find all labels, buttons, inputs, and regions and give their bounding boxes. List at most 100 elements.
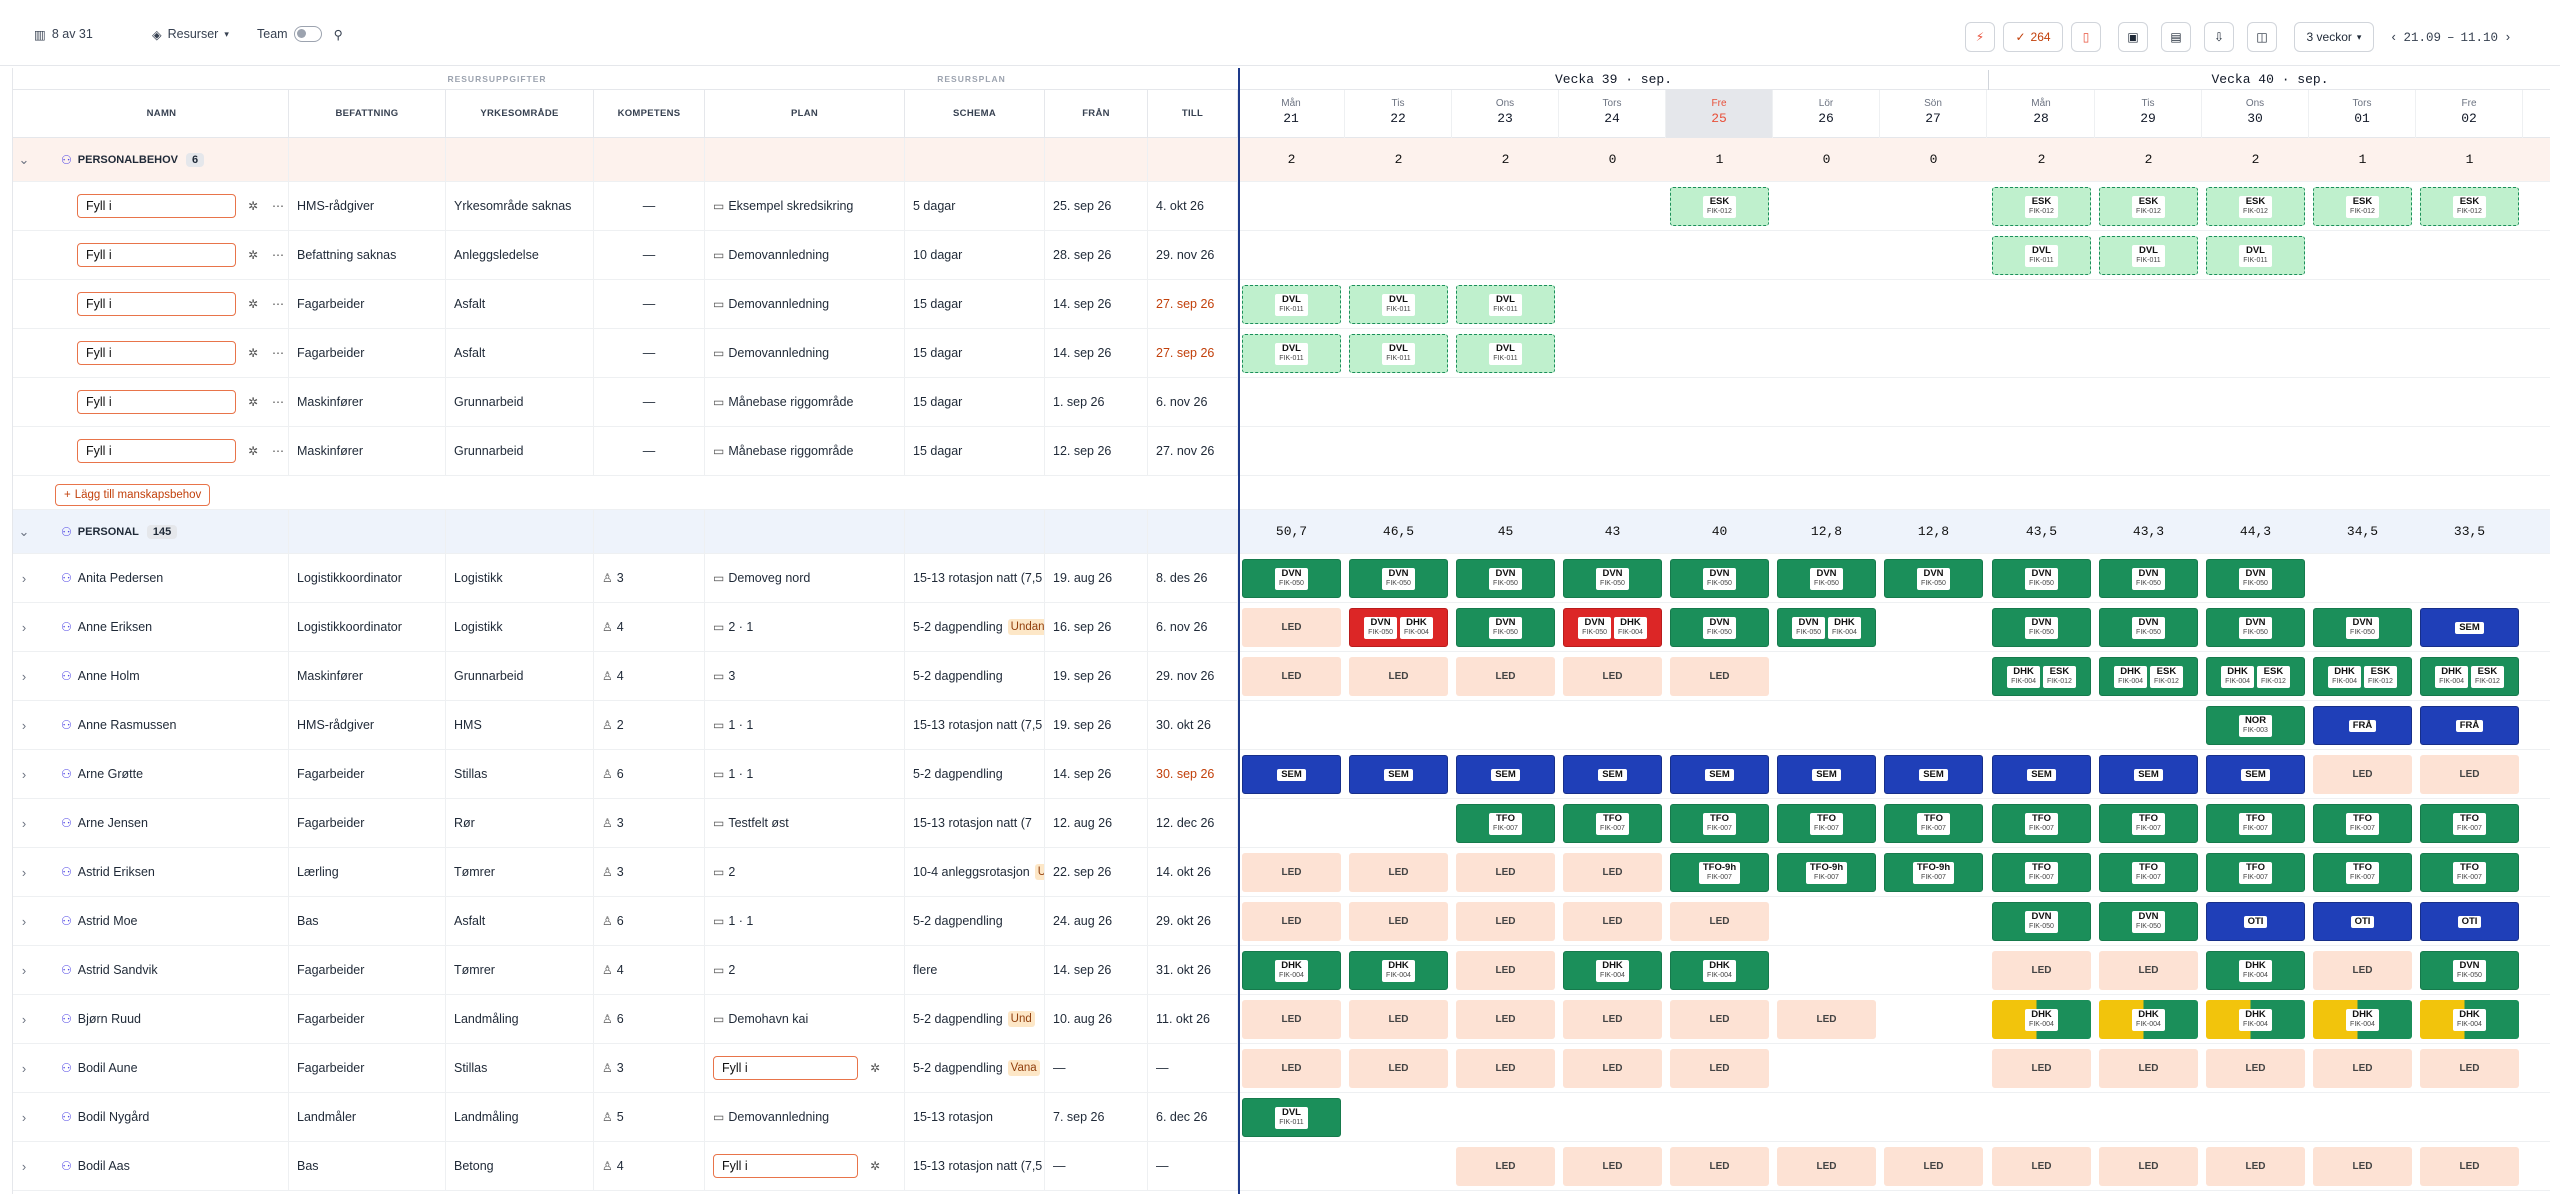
assignment-block[interactable]: DHK FIK-004 ESK FIK-012 xyxy=(2420,657,2519,696)
more-icon[interactable]: ⋯ xyxy=(272,346,284,360)
chevron-right-icon[interactable]: › xyxy=(13,603,35,651)
fill-in-input[interactable]: Fyll i xyxy=(713,1154,858,1178)
chevron-right-icon[interactable]: › xyxy=(13,652,35,700)
assignment-block[interactable]: DHK FIK-004 xyxy=(2420,1000,2519,1039)
chevron-right-icon[interactable]: › xyxy=(13,750,35,798)
assignment-block[interactable]: LED xyxy=(1563,1147,1662,1186)
assignment-block[interactable]: TFO FIK-007 xyxy=(2206,804,2305,843)
assignment-block[interactable]: TFO-9h FIK-007 xyxy=(1777,853,1876,892)
assignment-block[interactable]: SEM xyxy=(1777,755,1876,794)
more-icon[interactable]: ⋯ xyxy=(272,444,284,458)
next-icon[interactable]: › xyxy=(2504,31,2512,45)
download-button[interactable]: ⇩ xyxy=(2204,22,2234,52)
person-name-cell[interactable]: ⚇ Astrid Sandvik xyxy=(35,946,289,994)
resources-dropdown[interactable]: ◈ Resurser ▾ xyxy=(152,22,229,46)
assignment-block[interactable]: LED xyxy=(1456,1049,1555,1088)
assignment-block[interactable]: LED xyxy=(1349,1049,1448,1088)
assignment-block[interactable]: LED xyxy=(1349,853,1448,892)
person-name-cell[interactable]: ⚇ Astrid Eriksen xyxy=(35,848,289,896)
assignment-block[interactable]: LED xyxy=(2313,951,2412,990)
chevron-down-icon[interactable]: ⌄ xyxy=(13,510,35,553)
chevron-right-icon[interactable]: › xyxy=(13,1142,35,1190)
assignment-block[interactable]: TFO FIK-007 xyxy=(1992,804,2091,843)
assignment-block[interactable]: DHK FIK-004 ESK FIK-012 xyxy=(2313,657,2412,696)
auto-assign-icon[interactable]: ✲ xyxy=(248,346,258,360)
person-name-cell[interactable]: ⚇ Bodil Aas xyxy=(35,1142,289,1190)
assignment-block[interactable]: LED xyxy=(1777,1000,1876,1039)
assignment-block[interactable]: LED xyxy=(1242,853,1341,892)
assignment-block[interactable]: SEM xyxy=(1670,755,1769,794)
assignment-block[interactable]: LED xyxy=(1456,902,1555,941)
assignment-block[interactable]: SEM xyxy=(2206,755,2305,794)
person-name-cell[interactable]: ⚇ Astrid Moe xyxy=(35,897,289,945)
approvals-button[interactable]: ✓ 264 xyxy=(2003,22,2063,52)
assignment-block[interactable]: LED xyxy=(2206,1147,2305,1186)
assignment-block[interactable]: DVL FIK-011 xyxy=(2206,236,2305,275)
assignment-block[interactable]: LED xyxy=(1456,853,1555,892)
assignment-block[interactable]: DVL FIK-011 xyxy=(1456,285,1555,324)
prev-icon[interactable]: ‹ xyxy=(2390,31,2398,45)
assignment-block[interactable]: TFO FIK-007 xyxy=(1884,804,1983,843)
team-toggle[interactable]: Team ⚲ xyxy=(257,22,343,46)
assignment-block[interactable]: DHK FIK-004 xyxy=(2206,951,2305,990)
assignment-block[interactable]: FRÅ xyxy=(2313,706,2412,745)
assignment-block[interactable]: DVL FIK-011 xyxy=(1456,334,1555,373)
assignment-block[interactable]: LED xyxy=(2313,755,2412,794)
auto-assign-icon[interactable]: ✲ xyxy=(248,395,258,409)
person-name-cell[interactable]: ⚇ Arne Grøtte xyxy=(35,750,289,798)
assignment-block[interactable]: TFO FIK-007 xyxy=(2206,853,2305,892)
assignment-block[interactable]: LED xyxy=(1992,1049,2091,1088)
assignment-block[interactable]: DVN FIK-050 xyxy=(2099,559,2198,598)
assignment-block[interactable]: DVN FIK-050 DHK FIK-004 xyxy=(1349,608,1448,647)
panel-button[interactable]: ◫ xyxy=(2247,22,2277,52)
assignment-block[interactable]: DHK FIK-004 ESK FIK-012 xyxy=(2099,657,2198,696)
assignment-block[interactable]: LED xyxy=(1563,1049,1662,1088)
assignment-block[interactable]: SEM xyxy=(1884,755,1983,794)
assignment-block[interactable]: SEM xyxy=(1349,755,1448,794)
assignment-block[interactable]: LED xyxy=(1242,902,1341,941)
chevron-right-icon[interactable]: › xyxy=(13,897,35,945)
assignment-block[interactable]: LED xyxy=(1349,902,1448,941)
fill-in-input[interactable]: Fyll i xyxy=(77,390,236,414)
fill-in-input[interactable]: Fyll i xyxy=(713,1056,858,1080)
assignment-block[interactable]: ESK FIK-012 xyxy=(2313,187,2412,226)
assignment-block[interactable]: LED xyxy=(2313,1049,2412,1088)
assignment-block[interactable]: DHK FIK-004 ESK FIK-012 xyxy=(2206,657,2305,696)
assignment-block[interactable]: LED xyxy=(1670,1000,1769,1039)
fill-in-input[interactable]: Fyll i xyxy=(77,194,236,218)
assignment-block[interactable]: LED xyxy=(1670,902,1769,941)
assignment-block[interactable]: TFO FIK-007 xyxy=(2313,853,2412,892)
assignment-block[interactable]: DVN FIK-050 xyxy=(1992,608,2091,647)
assignment-block[interactable]: DVN FIK-050 xyxy=(2420,951,2519,990)
assignment-block[interactable]: DVN FIK-050 xyxy=(1456,608,1555,647)
assignment-block[interactable]: ESK FIK-012 xyxy=(1670,187,1769,226)
assignment-block[interactable]: DVL FIK-011 xyxy=(1349,285,1448,324)
assignment-block[interactable]: LED xyxy=(1670,657,1769,696)
bookmark-button[interactable]: ▯ xyxy=(2071,22,2101,52)
assignment-block[interactable]: ESK FIK-012 xyxy=(2420,187,2519,226)
assignment-block[interactable]: DVL FIK-011 xyxy=(1349,334,1448,373)
auto-assign-icon[interactable]: ✲ xyxy=(248,297,258,311)
person-name-cell[interactable]: ⚇ Bjørn Ruud xyxy=(35,995,289,1043)
assignment-block[interactable]: DVN FIK-050 xyxy=(2099,608,2198,647)
assignment-block[interactable]: DVN FIK-050 xyxy=(1242,559,1341,598)
assignment-block[interactable]: DVL FIK-011 xyxy=(1242,334,1341,373)
assignment-block[interactable]: DHK FIK-004 xyxy=(1349,951,1448,990)
auto-assign-icon[interactable]: ✲ xyxy=(248,199,258,213)
assignment-block[interactable]: TFO FIK-007 xyxy=(1670,804,1769,843)
assignment-block[interactable]: LED xyxy=(2313,1147,2412,1186)
chevron-right-icon[interactable]: › xyxy=(13,554,35,602)
fill-in-input[interactable]: Fyll i xyxy=(77,439,236,463)
assignment-block[interactable]: LED xyxy=(1563,902,1662,941)
auto-assign-icon[interactable]: ✲ xyxy=(248,248,258,262)
assignment-block[interactable]: LED xyxy=(2420,1147,2519,1186)
person-name-cell[interactable]: ⚇ Anne Holm xyxy=(35,652,289,700)
assignment-block[interactable]: DVN FIK-050 xyxy=(1670,608,1769,647)
fill-in-input[interactable]: Fyll i xyxy=(77,292,236,316)
assignment-block[interactable]: LED xyxy=(1242,608,1341,647)
assignment-block[interactable]: DVL FIK-011 xyxy=(1242,1098,1341,1137)
assignment-block[interactable]: DVL FIK-011 xyxy=(2099,236,2198,275)
assignment-block[interactable]: OTI xyxy=(2313,902,2412,941)
chevron-right-icon[interactable]: › xyxy=(13,946,35,994)
chevron-right-icon[interactable]: › xyxy=(13,995,35,1043)
